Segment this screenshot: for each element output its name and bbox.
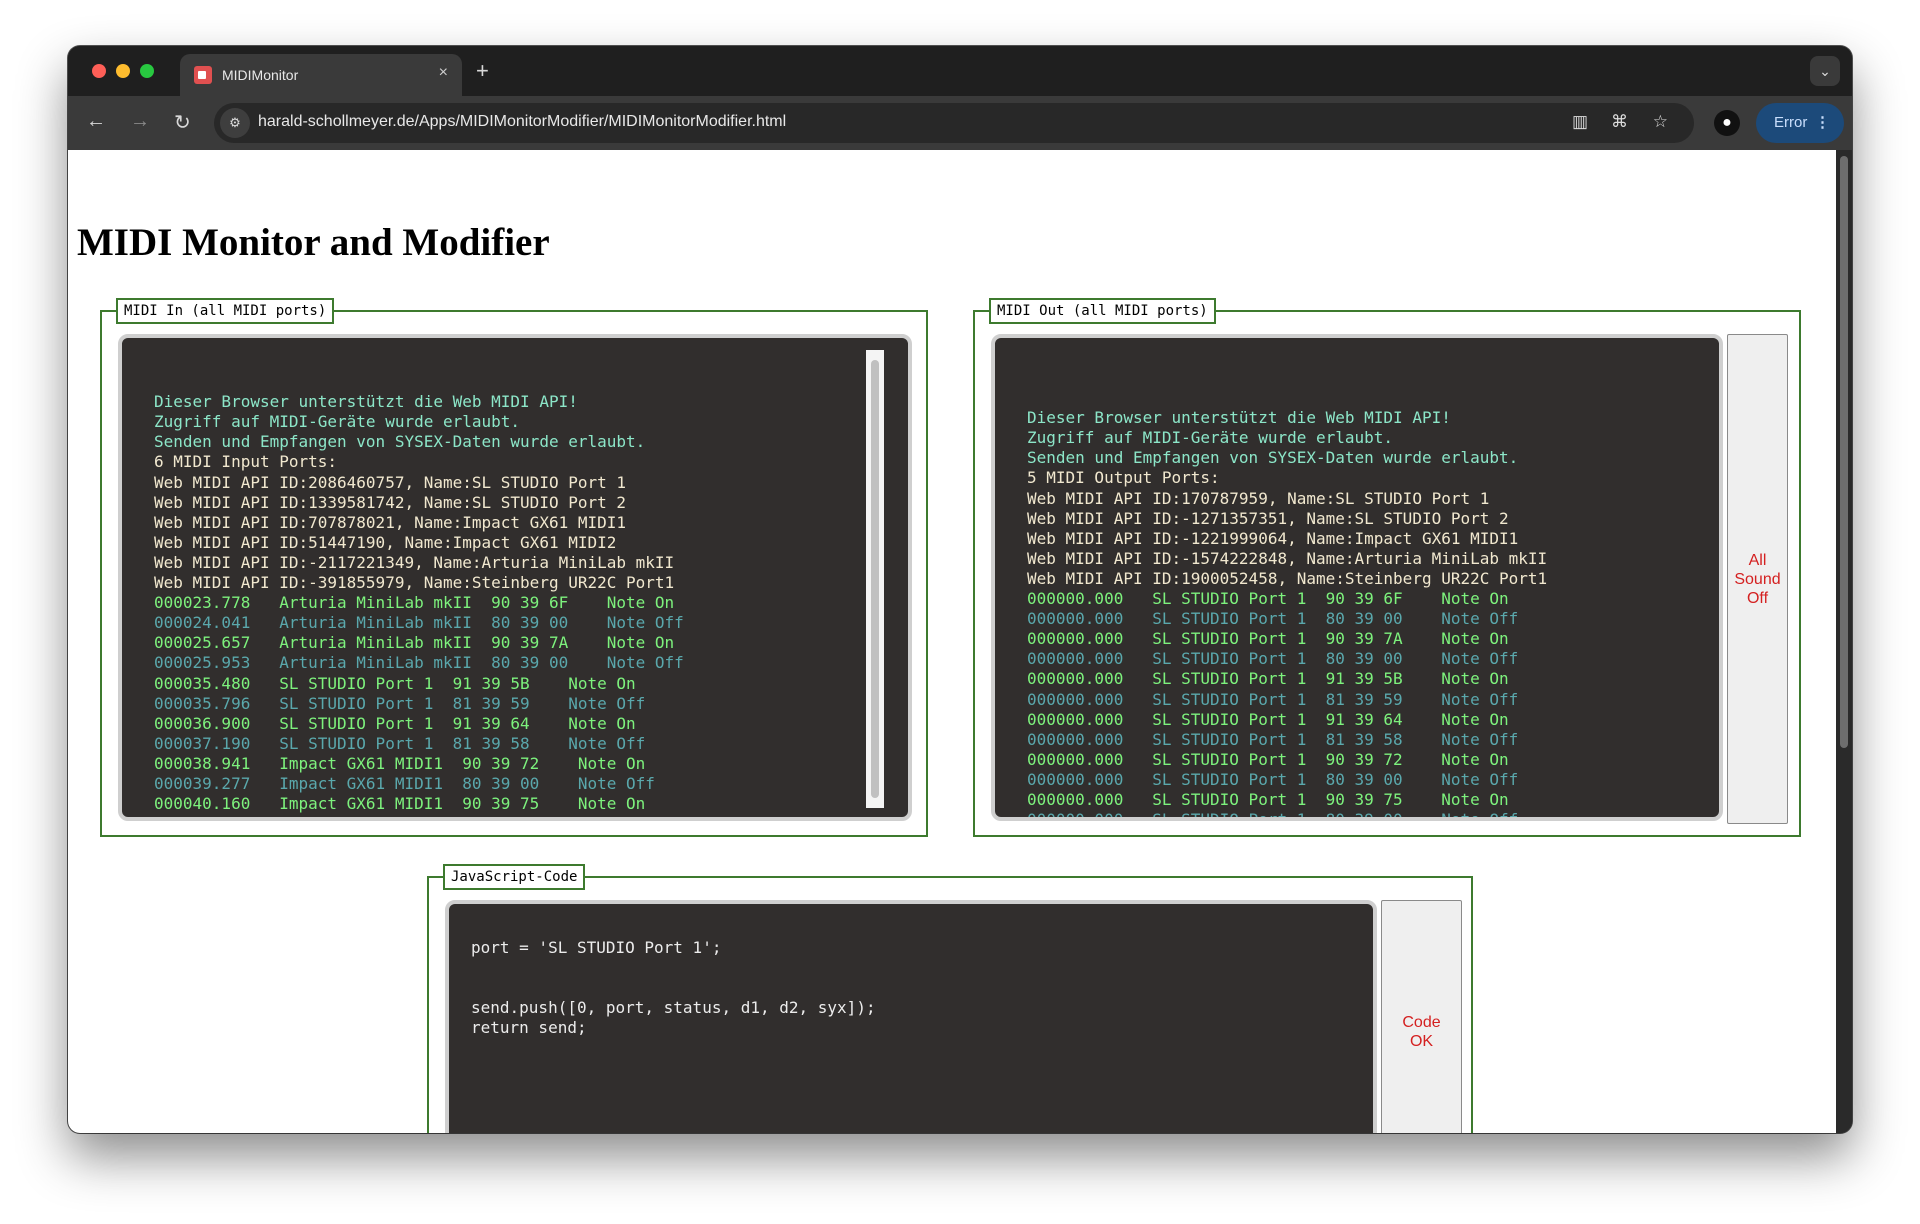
note-off-event: 000039.277 Impact GX61 MIDI1 80 39 00 No… [154,773,655,793]
port-line: Web MIDI API ID:2086460757, Name:SL STUD… [154,472,627,492]
port-line: Web MIDI API ID:170787959, Name:SL STUDI… [1027,488,1490,508]
browser-toolbar: ← → ↻ ⚙ harald-schollmeyer.de/Apps/MIDIM… [68,96,1852,150]
javascript-code-panel: JavaScript-Code port = 'SL STUDIO Port 1… [427,864,1473,1133]
port-line: Web MIDI API ID:51447190, Name:Impact GX… [154,532,617,552]
all-sound-off-button[interactable]: All Sound Off [1727,334,1788,824]
note-on-event: 000038.941 Impact GX61 MIDI1 90 39 72 No… [154,753,646,773]
port-line: Web MIDI API ID:-2117221349, Name:Arturi… [154,552,675,572]
address-bar[interactable]: ⚙ harald-schollmeyer.de/Apps/MIDIMonitor… [214,103,1694,143]
maximize-window-button[interactable] [140,64,154,78]
piano-extension-icon[interactable]: ▥ [1572,112,1588,132]
close-window-button[interactable] [92,64,106,78]
midi-out-panel: MIDI Out (all MIDI ports) Dieser Browser… [973,298,1801,837]
status-line: Dieser Browser unterstützt die Web MIDI … [1027,408,1451,428]
midi-out-legend: MIDI Out (all MIDI ports) [989,298,1216,324]
note-off-event: 000024.041 Arturia MiniLab mkII 80 39 00… [154,613,684,633]
javascript-code-legend: JavaScript-Code [443,864,586,890]
note-on-event: 000040.160 Impact GX61 MIDI1 90 39 75 No… [154,794,646,814]
error-button[interactable]: Error ⋮ [1756,103,1844,143]
port-line: Web MIDI API ID:707878021, Name:Impact G… [154,512,627,532]
tab-bar: MIDIMonitor × + ⌄ [68,46,1852,96]
status-line: Senden und Empfangen von SYSEX-Daten wur… [1027,448,1519,468]
status-line: Zugriff auf MIDI-Geräte wurde erlaubt. [1027,428,1394,448]
note-on-event: 000025.657 Arturia MiniLab mkII 90 39 7A… [154,633,675,653]
note-off-event: 000000.000 SL STUDIO Port 1 80 39 00 Not… [1027,609,1519,629]
port-line: 5 MIDI Output Ports: [1027,468,1220,488]
tab-search-button[interactable]: ⌄ [1810,56,1840,86]
note-off-event: 000025.953 Arturia MiniLab mkII 80 39 00… [154,653,684,673]
note-off-event: 000037.190 SL STUDIO Port 1 81 39 58 Not… [154,733,646,753]
note-on-event: 000023.778 Arturia MiniLab mkII 90 39 6F… [154,593,675,613]
back-button[interactable]: ← [86,110,106,133]
error-label: Error [1774,114,1808,131]
note-off-event: 000000.000 SL STUDIO Port 1 80 39 00 Not… [1027,810,1519,821]
page-scroll-thumb[interactable] [1840,156,1848,748]
midi-in-legend: MIDI In (all MIDI ports) [116,298,335,324]
browser-window: MIDIMonitor × + ⌄ ← → ↻ ⚙ harald-schollm… [68,46,1852,1133]
note-on-event: 000000.000 SL STUDIO Port 1 90 39 75 Not… [1027,789,1509,809]
bookmark-star-icon[interactable]: ☆ [1653,112,1668,132]
page-title: MIDI Monitor and Modifier [77,221,550,264]
code-ok-button[interactable]: Code OK [1381,900,1462,1133]
minimize-window-button[interactable] [116,64,130,78]
favicon-icon [194,66,212,84]
status-line: Zugriff auf MIDI-Geräte wurde erlaubt. [154,412,521,432]
midi-in-scroll-thumb[interactable] [871,360,879,798]
code-editor[interactable]: port = 'SL STUDIO Port 1'; send.push([0,… [445,900,1377,1133]
port-line: 6 MIDI Input Ports: [154,452,338,472]
port-line: Web MIDI API ID:-1221999064, Name:Impact… [1027,528,1519,548]
note-off-event: 000000.000 SL STUDIO Port 1 80 39 00 Not… [1027,769,1519,789]
midi-in-log[interactable]: Dieser Browser unterstützt die Web MIDI … [118,334,912,821]
note-off-event: 000000.000 SL STUDIO Port 1 81 39 59 Not… [1027,689,1519,709]
port-line: Web MIDI API ID:-391855979, Name:Steinbe… [154,573,675,593]
port-line: Web MIDI API ID:1900052458, Name:Steinbe… [1027,568,1548,588]
reload-button[interactable]: ↻ [174,110,191,135]
port-line: Web MIDI API ID:-1574222848, Name:Arturi… [1027,548,1548,568]
note-off-event: 000000.000 SL STUDIO Port 1 81 39 58 Not… [1027,729,1519,749]
note-off-event: 000040.443 Impact GX61 MIDI1 80 39 00 No… [154,814,908,817]
midi-in-panel: MIDI In (all MIDI ports) Dieser Browser … [100,298,928,837]
note-on-event: 000035.480 SL STUDIO Port 1 91 39 5B Not… [154,673,636,693]
note-off-event: 000000.000 SL STUDIO Port 1 80 39 00 Not… [1027,649,1519,669]
note-on-event: 000000.000 SL STUDIO Port 1 90 39 6F Not… [1027,589,1509,609]
page-scrollbar[interactable] [1836,150,1852,1133]
tab-midimonitor[interactable]: MIDIMonitor × [180,54,462,96]
forward-button[interactable]: → [130,110,150,133]
tab-title: MIDIMonitor [222,67,299,83]
site-info-icon[interactable]: ⚙ [220,108,250,138]
translate-icon[interactable]: ⌘ [1611,112,1628,132]
note-on-event: 000000.000 SL STUDIO Port 1 91 39 64 Not… [1027,709,1509,729]
new-tab-button[interactable]: + [476,58,489,84]
note-on-event: 000000.000 SL STUDIO Port 1 91 39 5B Not… [1027,669,1509,689]
note-on-event: 000000.000 SL STUDIO Port 1 90 39 7A Not… [1027,629,1509,649]
status-line: Dieser Browser unterstützt die Web MIDI … [154,392,578,412]
close-tab-icon[interactable]: × [439,64,448,82]
midi-in-scrollbar[interactable] [866,350,884,808]
menu-dots-icon[interactable]: ⋮ [1815,103,1830,143]
port-line: Web MIDI API ID:1339581742, Name:SL STUD… [154,492,627,512]
port-line: Web MIDI API ID:-1271357351, Name:SL STU… [1027,508,1509,528]
url-text[interactable]: harald-schollmeyer.de/Apps/MIDIMonitorMo… [258,113,786,131]
note-on-event: 000000.000 SL STUDIO Port 1 90 39 72 Not… [1027,749,1509,769]
status-line: Senden und Empfangen von SYSEX-Daten wur… [154,432,646,452]
profile-icon[interactable]: ● [1714,110,1740,136]
midi-out-log[interactable]: Dieser Browser unterstützt die Web MIDI … [991,334,1723,821]
note-on-event: 000036.900 SL STUDIO Port 1 91 39 64 Not… [154,713,636,733]
page-viewport: MIDI Monitor and Modifier MIDI In (all M… [68,150,1836,1133]
note-off-event: 000035.796 SL STUDIO Port 1 81 39 59 Not… [154,693,646,713]
